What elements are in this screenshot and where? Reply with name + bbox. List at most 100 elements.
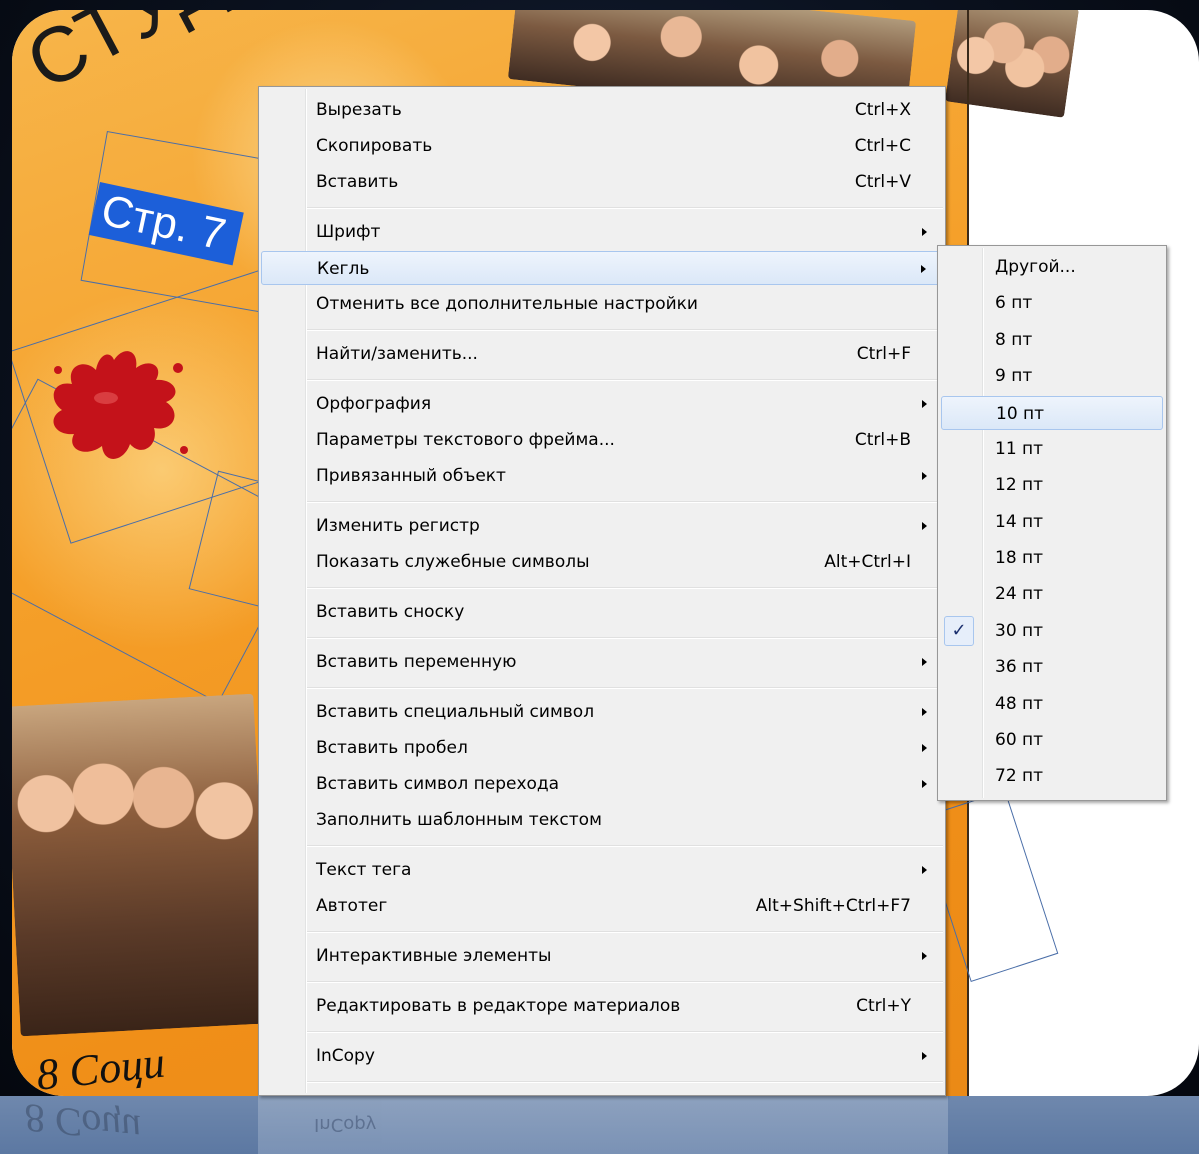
- menu-separator: [307, 981, 943, 983]
- top-right-photo: [944, 10, 1080, 118]
- size-option-8[interactable]: 8 пт: [941, 323, 1163, 357]
- size-option-label: 60 пт: [995, 730, 1044, 750]
- menu-item-find-replace[interactable]: Найти/заменить... Ctrl+F: [261, 337, 943, 371]
- size-option-label: 24 пт: [995, 584, 1044, 604]
- menu-item-label: Вставить переменную: [316, 652, 517, 672]
- size-option-60[interactable]: 60 пт: [941, 723, 1163, 757]
- size-option-6[interactable]: 6 пт: [941, 286, 1163, 320]
- size-option-36[interactable]: 36 пт: [941, 650, 1163, 684]
- size-option-12[interactable]: 12 пт: [941, 468, 1163, 502]
- menu-item-shortcut: Ctrl+C: [854, 136, 911, 156]
- size-submenu: Другой... 6 пт 8 пт 9 пт 10 пт 11 пт 12 …: [937, 245, 1167, 801]
- menu-item-shortcut: Ctrl+V: [854, 172, 911, 192]
- menu-item-fill-placeholder-text[interactable]: Заполнить шаблонным текстом: [261, 803, 943, 837]
- submenu-arrow-icon: [922, 228, 927, 236]
- document-title-fragment: СТУД: [12, 10, 238, 107]
- menu-item-label: Отменить все дополнительные настройки: [316, 294, 698, 314]
- menu-item-label: Текст тега: [316, 860, 412, 880]
- menu-item-shortcut: Ctrl+X: [854, 100, 911, 120]
- menu-separator: [307, 329, 943, 331]
- size-option-10[interactable]: 10 пт: [941, 396, 1163, 430]
- size-option-11[interactable]: 11 пт: [941, 432, 1163, 466]
- size-option-9[interactable]: 9 пт: [941, 359, 1163, 393]
- size-option-label: 36 пт: [995, 657, 1044, 677]
- menu-item-label: Орфография: [316, 394, 432, 414]
- menu-item-cut[interactable]: Вырезать Ctrl+X: [261, 93, 943, 127]
- menu-item-insert-variable[interactable]: Вставить переменную: [261, 645, 943, 679]
- size-option-30[interactable]: ✓ 30 пт: [941, 614, 1163, 648]
- submenu-arrow-icon: [922, 472, 927, 480]
- menu-item-paste[interactable]: Вставить Ctrl+V: [261, 165, 943, 199]
- menu-item-label: Вставить: [316, 172, 399, 192]
- size-option-label: 10 пт: [996, 404, 1045, 424]
- menu-separator: [307, 1081, 943, 1083]
- menu-item-label: Показать служебные символы: [316, 552, 590, 572]
- size-option-label: 11 пт: [995, 439, 1044, 459]
- size-option-label: 18 пт: [995, 548, 1044, 568]
- menu-item-incopy[interactable]: InCopy: [261, 1039, 943, 1073]
- group-photo: [12, 693, 271, 1037]
- submenu-arrow-icon: [922, 952, 927, 960]
- slide-reflection: 8 Соци InCopy: [0, 1095, 1199, 1154]
- menu-item-label: Автотег: [316, 896, 388, 916]
- menu-item-insert-special-character[interactable]: Вставить специальный символ: [261, 695, 943, 729]
- menu-item-insert-footnote[interactable]: Вставить сноску: [261, 595, 943, 629]
- menu-item-size[interactable]: Кегль: [261, 251, 943, 285]
- size-option-other[interactable]: Другой...: [941, 250, 1163, 284]
- menu-separator: [307, 637, 943, 639]
- menu-item-edit-in-story-editor[interactable]: Редактировать в редакторе материалов Ctrl…: [261, 989, 943, 1023]
- menu-item-spelling[interactable]: Орфография: [261, 387, 943, 421]
- menu-item-label: Вставить символ перехода: [316, 774, 560, 794]
- menu-item-tag-text[interactable]: Текст тега: [261, 853, 943, 887]
- menu-item-shortcut: Ctrl+Y: [856, 996, 911, 1016]
- context-menu: Вырезать Ctrl+X Скопировать Ctrl+C Вставит…: [258, 86, 946, 1096]
- submenu-arrow-icon: [922, 780, 927, 788]
- size-option-label: 48 пт: [995, 694, 1044, 714]
- size-option-48[interactable]: 48 пт: [941, 687, 1163, 721]
- menu-item-font[interactable]: Шрифт: [261, 215, 943, 249]
- reflection-bottom-text: 8 Соци: [21, 1095, 143, 1152]
- menu-item-show-hidden-characters[interactable]: Показать служебные символы Alt+Ctrl+I: [261, 545, 943, 579]
- menu-item-interactive[interactable]: Интерактивные элементы: [261, 939, 943, 973]
- size-option-24[interactable]: 24 пт: [941, 577, 1163, 611]
- menu-item-change-case[interactable]: Изменить регистр: [261, 509, 943, 543]
- menu-item-label: Вставить пробел: [316, 738, 468, 758]
- paint-splat-graphic: [53, 351, 188, 459]
- menu-item-label: Вставить сноску: [316, 602, 465, 622]
- menu-item-text-frame-options[interactable]: Параметры текстового фрейма... Ctrl+B: [261, 423, 943, 457]
- menu-separator: [307, 1031, 943, 1033]
- submenu-arrow-icon: [921, 265, 926, 273]
- menu-item-insert-white-space[interactable]: Вставить пробел: [261, 731, 943, 765]
- reflection-menu-item: InCopy: [314, 1114, 377, 1135]
- menu-item-insert-break-character[interactable]: Вставить символ перехода: [261, 767, 943, 801]
- menu-item-clear-overrides[interactable]: Отменить все дополнительные настройки: [261, 287, 943, 321]
- document-bottom-fragment: 8 Соци: [34, 1037, 168, 1096]
- menu-item-autotag[interactable]: Автотег Alt+Shift+Ctrl+F7: [261, 889, 943, 923]
- menu-item-shortcut: Ctrl+F: [856, 344, 911, 364]
- size-option-label: Другой...: [995, 257, 1076, 277]
- menu-item-label: InCopy: [316, 1046, 375, 1066]
- menu-item-label: Изменить регистр: [316, 516, 480, 536]
- menu-item-label: Редактировать в редакторе материалов: [316, 996, 681, 1016]
- menu-item-label: Интерактивные элементы: [316, 946, 552, 966]
- menu-item-label: Шрифт: [316, 222, 381, 242]
- menu-item-label: Заполнить шаблонным текстом: [316, 810, 602, 830]
- submenu-arrow-icon: [922, 658, 927, 666]
- menu-item-shortcut: Alt+Ctrl+I: [824, 552, 911, 572]
- menu-item-label: Скопировать: [316, 136, 433, 156]
- menu-item-label: Параметры текстового фрейма...: [316, 430, 615, 450]
- size-option-72[interactable]: 72 пт: [941, 759, 1163, 793]
- size-option-label: 6 пт: [995, 293, 1033, 313]
- size-option-label: 30 пт: [995, 621, 1044, 641]
- menu-separator: [307, 931, 943, 933]
- menu-separator: [307, 501, 943, 503]
- menu-item-anchored-object[interactable]: Привязанный объект: [261, 459, 943, 493]
- size-option-18[interactable]: 18 пт: [941, 541, 1163, 575]
- menu-separator: [307, 207, 943, 209]
- menu-item-copy[interactable]: Скопировать Ctrl+C: [261, 129, 943, 163]
- menu-separator: [307, 687, 943, 689]
- menu-separator: [307, 587, 943, 589]
- submenu-arrow-icon: [922, 400, 927, 408]
- menu-item-label: Кегль: [317, 259, 370, 279]
- size-option-14[interactable]: 14 пт: [941, 505, 1163, 539]
